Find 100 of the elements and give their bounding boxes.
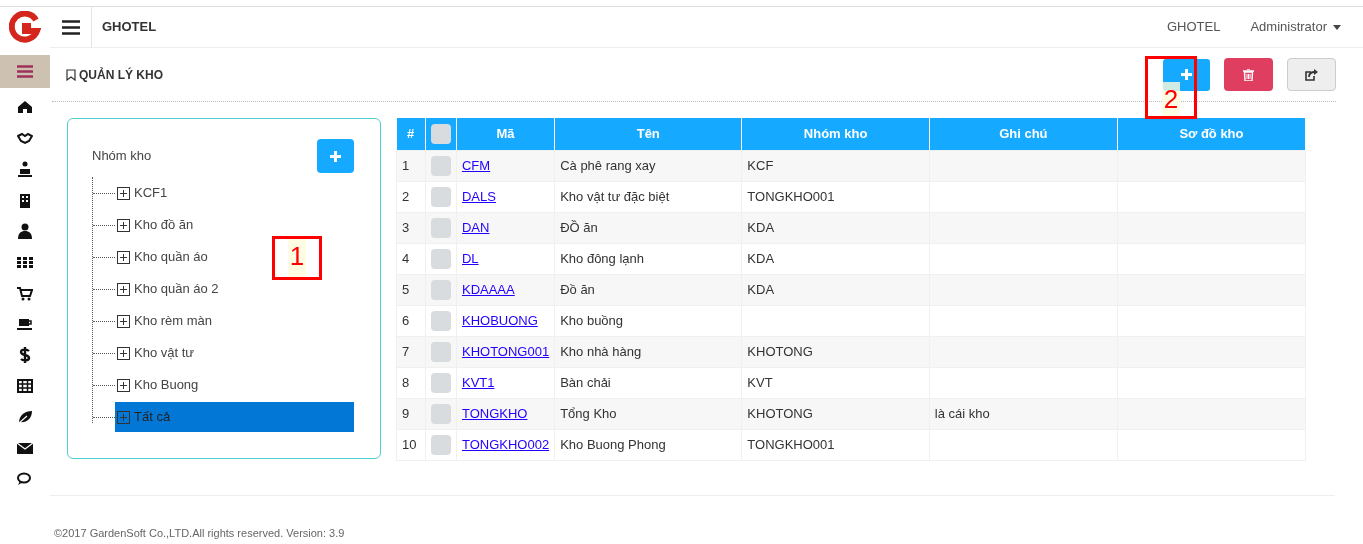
person-at-desk-icon[interactable] [17,161,33,177]
page-title: QUẢN LÝ KHO [79,66,163,84]
cup-icon[interactable] [17,316,33,332]
table-icon[interactable] [17,378,33,394]
row-checkbox[interactable] [430,341,451,362]
export-button[interactable] [1287,58,1336,91]
tree-item[interactable]: Kho rèm màn [115,306,213,336]
plus-icon [1181,69,1192,80]
table-cell: KDA [747,281,775,297]
code-link[interactable]: DALS [461,188,496,204]
callout-label: 2 [1145,56,1197,119]
table-cell: KCF [747,157,774,173]
tree-title: Nhóm kho [92,147,152,166]
delete-button[interactable] [1224,58,1273,91]
menu-icon [17,65,33,78]
expand-icon[interactable] [117,378,130,392]
column-header: Tên [554,118,742,150]
row-number: 9 [402,405,410,421]
grid-icon[interactable] [17,254,33,270]
table-cell: Kho buồng [560,312,624,328]
row-number: 1 [402,157,410,173]
caret-icon [1333,24,1341,30]
share-icon [1305,68,1318,81]
table-cell: Kho đông lạnh [560,250,644,266]
row-number: 8 [402,374,410,390]
table-cell: Kho Buong Phong [560,436,666,452]
row-checkbox[interactable] [430,248,451,269]
expand-icon[interactable] [117,186,130,200]
code-link[interactable]: DAN [461,219,490,235]
row-checkbox[interactable] [430,186,451,207]
building-icon[interactable] [17,192,33,208]
tree-item[interactable]: Kho quần áo 2 [115,274,219,304]
row-checkbox[interactable] [430,403,451,424]
table-cell: là cái kho [934,405,990,421]
table-cell: KHOTONG [747,343,813,359]
expand-icon[interactable] [117,250,130,264]
row-checkbox[interactable] [430,434,451,455]
row-checkbox[interactable] [430,124,451,145]
home-icon[interactable] [17,99,33,115]
column-header: Mã [456,118,555,150]
table-cell: KHOTONG [747,405,813,421]
table-cell: Tổng Kho [560,405,617,421]
row-number: 2 [402,188,410,204]
logo-icon [9,11,41,43]
bookmark-icon [66,68,76,81]
app-name: GHOTEL [102,18,157,37]
row-number: 4 [402,250,410,266]
plus-icon [330,150,341,162]
row-checkbox[interactable] [430,310,451,331]
tree-item[interactable]: Kho quần áo [115,242,208,272]
menu-toggle-button[interactable] [0,55,50,88]
mail-icon[interactable] [17,440,33,456]
row-checkbox[interactable] [430,372,451,393]
leaf-icon[interactable] [17,409,33,425]
hotel-link[interactable]: GHOTEL [1166,17,1221,37]
user-icon[interactable] [17,223,33,239]
code-link[interactable]: DL [461,250,479,266]
column-header: # [396,118,426,150]
dollar-icon[interactable] [17,347,33,363]
row-checkbox[interactable] [430,217,451,238]
table-cell: Đồ ăn [560,281,595,297]
expand-icon[interactable] [117,218,130,232]
table-cell: TONGKHO001 [747,436,835,452]
row-number: 5 [402,281,410,297]
table-cell: TONGKHO001 [747,188,835,204]
tree-item[interactable]: Kho vật tư [115,338,194,368]
expand-icon[interactable] [117,346,130,360]
column-header: Nhóm kho [741,118,930,150]
trash-icon [1243,68,1254,81]
row-number: 6 [402,312,410,328]
menu-icon [61,19,80,35]
tree-item[interactable]: Kho Buong [115,370,199,400]
tree-item[interactable]: KCF1 [115,178,168,208]
expand-icon[interactable] [117,282,130,296]
footer-text: ©2017 GardenSoft Co.,LTD.All rights reserved. Version: 3.9 [54,526,346,541]
column-header: Sơ đồ kho [1117,118,1306,150]
add-group-button[interactable] [317,139,354,173]
code-link[interactable]: KVT1 [461,374,495,390]
table-cell: KVT [747,374,773,390]
user-menu-button[interactable]: Administrator [1250,17,1341,37]
code-link[interactable]: CFM [461,157,491,173]
table-cell: KDA [747,250,775,266]
tree-item[interactable]: Tất cả [115,402,354,432]
row-checkbox[interactable] [430,155,451,176]
cart-icon[interactable] [17,285,33,301]
table-cell: Kho vật tư đặc biệt [560,188,670,204]
table-cell: Kho nhà hàng [560,343,642,359]
row-number: 10 [402,436,417,452]
tree-item[interactable]: Kho đồ ăn [115,210,194,240]
row-number: 3 [402,219,410,235]
table-cell: Cà phê rang xay [560,157,656,173]
column-header: Ghi chú [929,118,1118,150]
table-cell: ĐỒ ăn [560,219,598,235]
table-cell: Bàn chải [560,374,611,390]
table-cell: KDA [747,219,775,235]
row-number: 7 [402,343,410,359]
callout-label: 1 [272,236,322,280]
row-checkbox[interactable] [430,279,451,300]
chat-icon[interactable] [17,471,33,487]
expand-icon[interactable] [117,314,130,328]
